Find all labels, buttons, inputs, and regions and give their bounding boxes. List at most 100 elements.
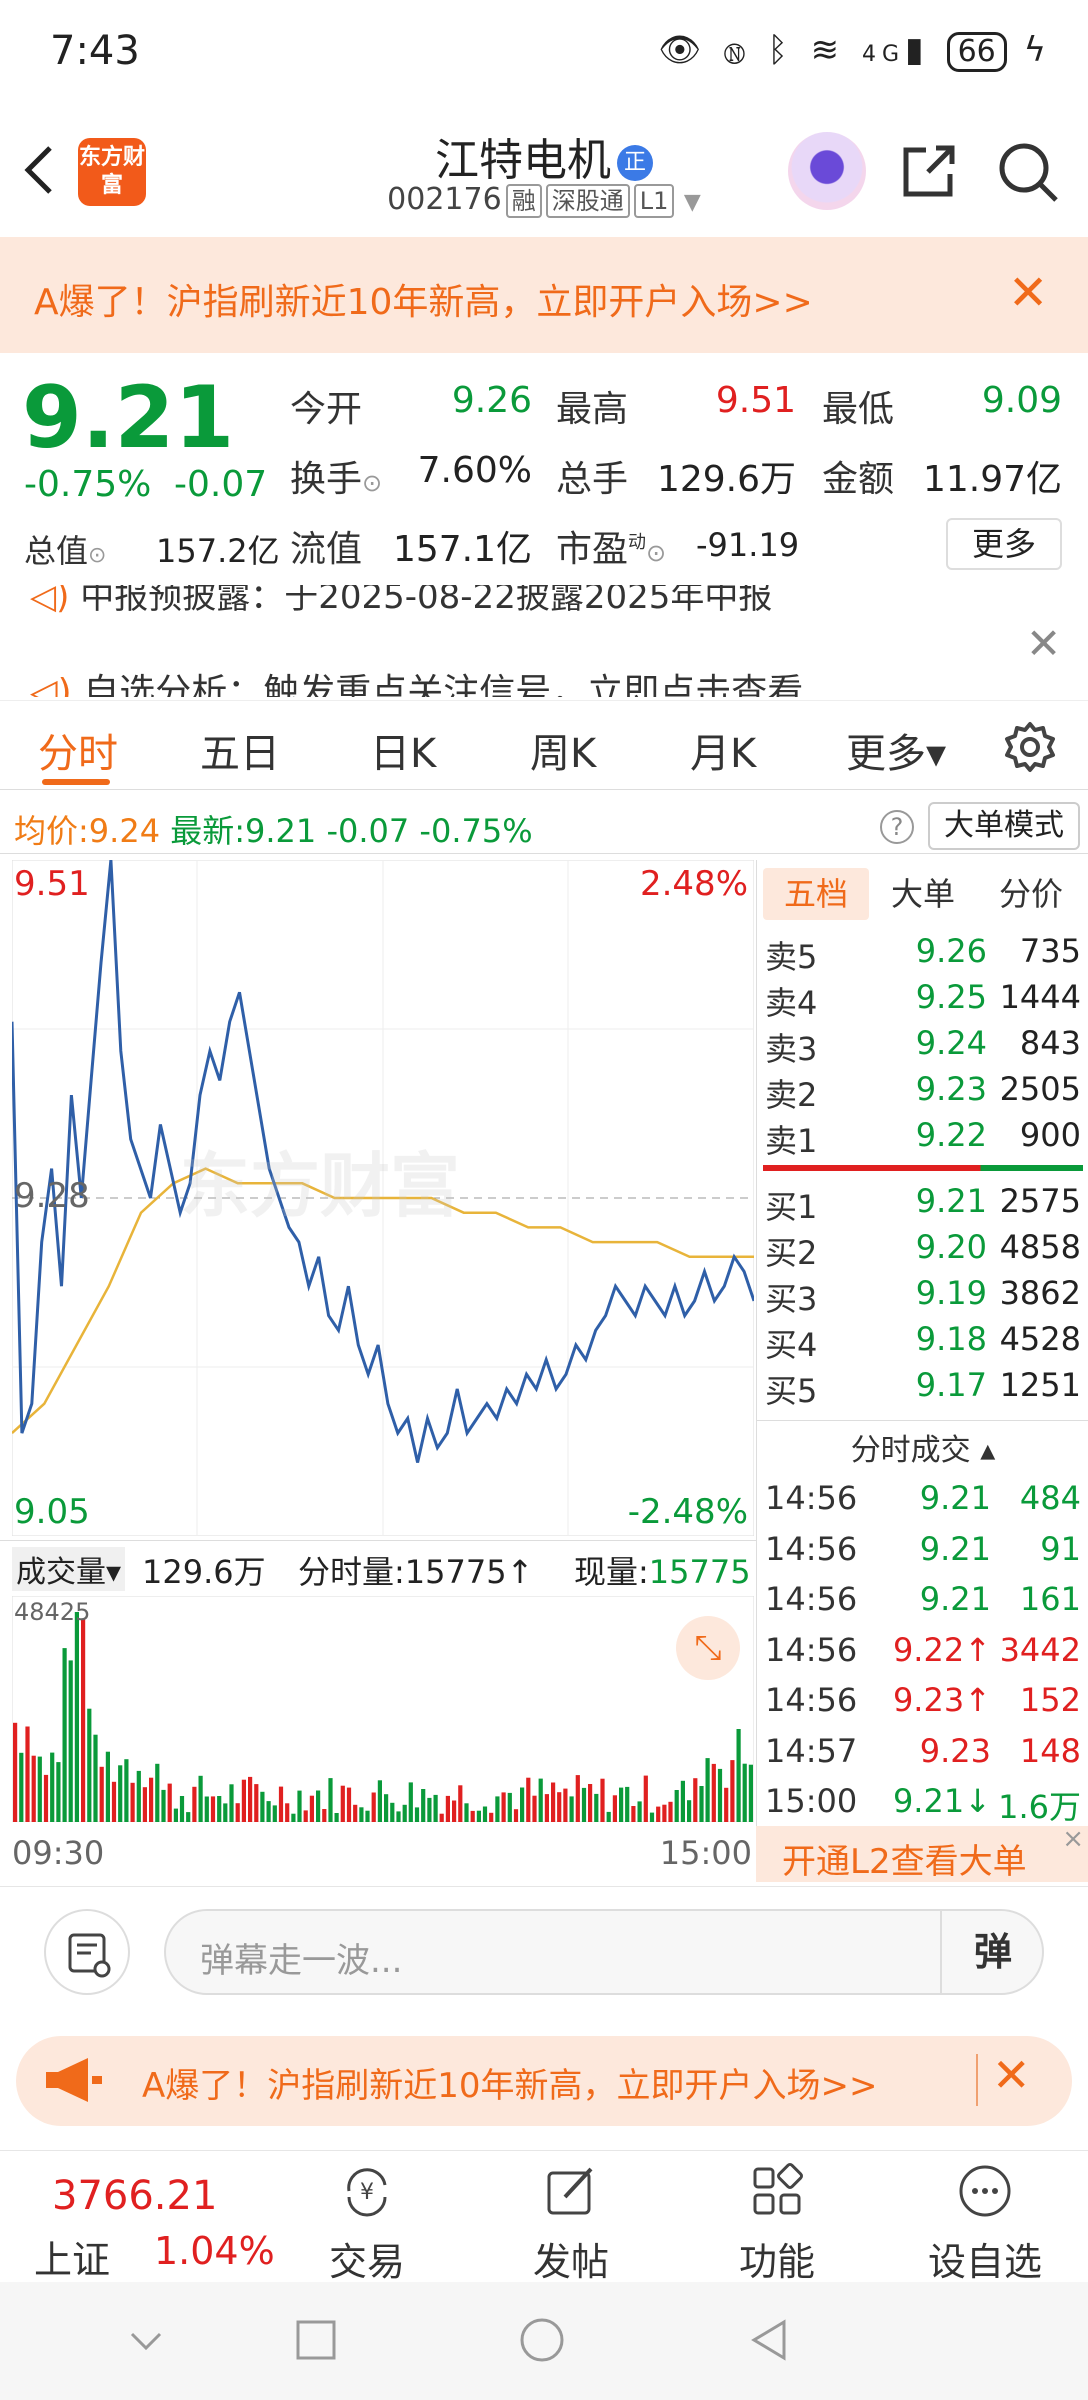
recents-icon[interactable] (294, 2318, 338, 2362)
tick-volume: 161 (1019, 1580, 1081, 1618)
nav-functions[interactable]: 功能 (712, 2163, 842, 2286)
tab-five-levels[interactable]: 五档 (763, 868, 869, 920)
average-price-bar: 均价:9.24 最新:9.21 -0.07 -0.75% ? 大单模式 (0, 798, 1088, 854)
danmu-placeholder: 弹幕走一波... (200, 1941, 403, 1981)
nav-add-watchlist-label: 设自选 (927, 2240, 1042, 2284)
tab-weekly-k[interactable]: 周K (530, 721, 596, 779)
volume-bar (322, 1809, 327, 1822)
volume-chart[interactable]: 48425 (11, 1595, 755, 1823)
help-icon[interactable]: ? (880, 810, 914, 844)
share-icon[interactable] (898, 140, 960, 202)
tick-volume: 148 (1019, 1731, 1081, 1770)
tick-trades-title[interactable]: 分时成交 ▴ (757, 1425, 1088, 1469)
danmu-toggle-button[interactable]: 弹 (940, 1911, 1044, 1993)
volume-bar (538, 1778, 543, 1822)
volume-bar (334, 1813, 339, 1822)
tab-price-dist[interactable]: 分价 (979, 868, 1083, 920)
volume-bar (495, 1796, 500, 1822)
bid-level: 买3 9.19 3862 (757, 1270, 1088, 1318)
tick-time: 14:56 (765, 1630, 858, 1669)
tick-volume: 91 (1040, 1529, 1081, 1568)
volume-bar (50, 1752, 55, 1822)
level-volume: 1444 (999, 978, 1081, 1016)
promo-banner-bottom[interactable]: A爆了！沪指刷新近10年新高，立即开户入场>> ✕ (16, 2036, 1072, 2126)
close-icon[interactable]: ✕ (1026, 619, 1061, 668)
news-item[interactable]: ◁) 自选分析：触发重点关注信号，立即点击查看 (30, 663, 803, 697)
volume-bar (402, 1804, 407, 1822)
tick-row: 14:56 9.21 91 (757, 1526, 1088, 1576)
big-order-mode-button[interactable]: 大单模式 (928, 802, 1080, 850)
tag-level: L1 (633, 184, 675, 218)
comment-list-icon[interactable] (44, 1909, 130, 1995)
level-price: 9.20 (915, 1228, 987, 1266)
nav-trade[interactable]: ¥ 交易 (302, 2163, 432, 2286)
high-label: 最高 (556, 389, 629, 430)
volume-bar (520, 1787, 525, 1822)
news-strip[interactable]: ◁) 中报预披露：于2025-08-22披露2025年中报 ◁) 自选分析：触发… (0, 585, 1088, 697)
edit-icon (547, 2167, 593, 2215)
charging-icon: ϟ (1023, 30, 1052, 70)
tick-volume: 484 (1019, 1479, 1081, 1517)
order-book-tabs: 五档 大单 分价 (757, 860, 1088, 926)
volume-bar (674, 1790, 679, 1822)
level-volume: 735 (1019, 932, 1081, 970)
l2-banner[interactable]: 开通L2查看大单 × (756, 1824, 1088, 1882)
volume-selector[interactable]: 成交量▾ (12, 1547, 126, 1591)
volume-bar (303, 1810, 308, 1822)
close-icon[interactable]: ✕ (1008, 265, 1048, 321)
turnover-label: 换手⊙ (290, 459, 383, 500)
nav-add-watchlist[interactable]: 设自选 (920, 2163, 1050, 2286)
more-button[interactable]: 更多 (946, 518, 1062, 570)
promo-banner[interactable]: A爆了！沪指刷新近10年新高，立即开户入场>> ✕ (0, 237, 1088, 353)
volume-bar (111, 1781, 117, 1822)
volume-bar (223, 1803, 228, 1822)
axis-top-price: 9.51 (14, 864, 90, 904)
time-end: 15:00 (659, 1834, 752, 1872)
search-icon[interactable] (996, 140, 1060, 204)
change-amount: -0.07 (174, 464, 268, 505)
nav-functions-label: 功能 (738, 2240, 815, 2284)
back-icon[interactable] (746, 2316, 790, 2364)
volume-bar (619, 1787, 624, 1822)
close-icon[interactable]: × (1062, 1824, 1084, 1854)
tick-row: 14:56 9.22↑ 3442 (757, 1627, 1088, 1677)
tab-big-orders[interactable]: 大单 (873, 868, 973, 920)
status-bar: 7:43 👁 Ⓝ ᛒ ≋ 4G▮ 66 ϟ (0, 0, 1088, 110)
danmu-input[interactable]: 弹幕走一波... 弹 (164, 1909, 1044, 1995)
volume-bar (340, 1785, 345, 1822)
tick-trades: 分时成交 ▴ 14:56 9.21 484 14:56 9.21 91 14:56 9.21 1… (756, 1420, 1088, 1828)
nav-post[interactable]: 发帖 (506, 2163, 636, 2286)
home-icon[interactable] (518, 2316, 566, 2364)
volume-bar (476, 1810, 481, 1822)
chevron-down-icon[interactable] (124, 2318, 168, 2362)
expand-icon[interactable]: ⤡ (676, 1616, 740, 1680)
volume-bar (445, 1795, 450, 1822)
mktcap-label: 总值⊙ (24, 532, 107, 570)
bid-level: 买4 9.18 4528 (757, 1316, 1088, 1364)
speaker-icon: ◁) (30, 585, 70, 617)
info-icon: ⊙ (88, 543, 107, 568)
index-ticker[interactable]: 3766.21 上证 1.04% (0, 2151, 275, 2283)
volume-bar (513, 1809, 519, 1822)
gear-icon[interactable] (1004, 721, 1056, 773)
promo-banner-text: A爆了！沪指刷新近10年新高，立即开户入场>> (34, 282, 813, 323)
volume-bar (272, 1805, 277, 1822)
volume-label: 总手 (556, 459, 629, 500)
tab-daily-k[interactable]: 日K (370, 721, 436, 779)
tab-monthly-k[interactable]: 月K (690, 721, 756, 779)
news-item[interactable]: ◁) 中报预披露：于2025-08-22披露2025年中报 (30, 585, 772, 618)
volume-bar (260, 1791, 265, 1822)
volume-bar (742, 1763, 747, 1822)
tab-five-day[interactable]: 五日 (200, 721, 280, 779)
svg-text:¥: ¥ (360, 2180, 374, 2205)
level-volume: 3862 (999, 1274, 1081, 1312)
ai-assistant-icon[interactable] (788, 132, 866, 210)
ask-level: 卖1 9.22 900 (757, 1112, 1088, 1160)
volume-bar (210, 1796, 216, 1822)
tab-more[interactable]: 更多▾ (846, 721, 946, 779)
comment-bar: 弹幕走一波... 弹 (0, 1886, 1088, 2026)
last-price: 9.21 (22, 368, 235, 468)
close-icon[interactable]: ✕ (992, 2048, 1031, 2102)
tab-intraday[interactable]: 分时 (38, 721, 118, 779)
volume-bar (99, 1766, 104, 1822)
